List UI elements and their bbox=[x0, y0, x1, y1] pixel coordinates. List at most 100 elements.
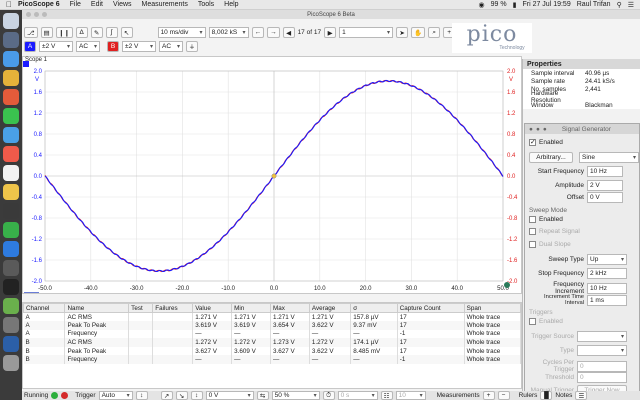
falling-edge-icon[interactable]: ↘ bbox=[175, 391, 188, 400]
trigger-level-select[interactable]: 0 V bbox=[205, 391, 254, 400]
table-row[interactable]: B AC RMS 1.272 V 1.272 V 1.273 V 1.272 V 174.1… bbox=[23, 338, 522, 347]
table-row[interactable]: A Peak To Peak 3.619 V 3.619 V 3.654 V 3.622 … bbox=[23, 321, 522, 330]
channel-b-range[interactable]: ±2 V bbox=[122, 41, 156, 52]
rising-edge-icon[interactable]: ↗ bbox=[160, 391, 173, 400]
table-row[interactable]: A AC RMS 1.271 V 1.271 V 1.271 V 1.271 V 157.8… bbox=[23, 312, 522, 322]
repeat-signal-row[interactable]: Repeat Signal bbox=[529, 228, 580, 235]
app-icon[interactable] bbox=[3, 260, 19, 276]
amplitude-input[interactable]: 2 V bbox=[587, 180, 623, 191]
minimize-icon[interactable]: ● bbox=[536, 126, 540, 133]
channel-options-icon[interactable]: ∔ bbox=[186, 41, 198, 52]
settings-icon[interactable] bbox=[3, 317, 19, 333]
notes-icon[interactable] bbox=[3, 165, 19, 181]
channel-b-label[interactable]: B bbox=[107, 41, 119, 52]
menu-measurements[interactable]: Measurements bbox=[142, 1, 188, 8]
count-icon[interactable]: ☷ bbox=[380, 391, 393, 400]
threshold-input[interactable]: 0 bbox=[577, 372, 627, 383]
finder-icon[interactable] bbox=[3, 13, 19, 29]
measure-icon[interactable]: ✎ bbox=[90, 27, 103, 38]
zoom-icon[interactable]: ● bbox=[543, 126, 547, 133]
menu-edit[interactable]: Edit bbox=[91, 1, 103, 8]
repeat-signal-checkbox[interactable] bbox=[529, 228, 536, 235]
notes-green-icon[interactable] bbox=[3, 298, 19, 314]
cursor-icon[interactable]: ↖ bbox=[120, 27, 133, 38]
trigger-time-select[interactable]: 0 s bbox=[337, 391, 378, 400]
chrome-icon[interactable] bbox=[3, 70, 19, 86]
column-header[interactable]: Value bbox=[192, 303, 233, 313]
column-header[interactable]: Channel bbox=[22, 303, 66, 313]
battery-label[interactable]: 99 % bbox=[491, 1, 507, 8]
column-header[interactable]: σ bbox=[350, 303, 398, 313]
menu-tools[interactable]: Tools bbox=[198, 1, 214, 8]
remove-measurement-icon[interactable]: − bbox=[497, 391, 510, 400]
cycles-input[interactable]: 0 bbox=[577, 360, 627, 372]
measurements-label[interactable]: Measurements bbox=[437, 392, 480, 399]
rulers-icon[interactable]: █ bbox=[540, 391, 553, 400]
arbitrary-button[interactable]: Arbitrary... bbox=[529, 152, 573, 163]
channel-a-coupling[interactable]: AC bbox=[76, 41, 100, 52]
table-row[interactable]: B Peak To Peak 3.627 V 3.609 V 3.627 V 3.622 … bbox=[23, 346, 522, 356]
channel-b-coupling[interactable]: AC bbox=[159, 41, 183, 52]
trigger-enabled-checkbox[interactable] bbox=[529, 318, 536, 325]
close-icon[interactable]: ● bbox=[529, 126, 533, 133]
table-row[interactable]: B Frequency — — — — — -1 Whole trace bbox=[23, 355, 522, 365]
siggen-enabled-row[interactable]: Enabled bbox=[529, 139, 563, 146]
offset-input[interactable]: 0 V bbox=[587, 192, 623, 203]
pretrigger-select[interactable]: 50 % bbox=[271, 391, 320, 400]
sweep-type-select[interactable]: Up bbox=[587, 254, 627, 265]
search-icon[interactable]: ⚲ bbox=[617, 1, 622, 9]
zoom-select-icon[interactable]: ⌕ bbox=[428, 27, 441, 38]
dual-slope-row[interactable]: Dual Slope bbox=[529, 241, 571, 248]
user-name[interactable]: Raul Trifan bbox=[577, 1, 611, 8]
minimize-icon[interactable] bbox=[34, 12, 39, 17]
column-header[interactable]: Average bbox=[308, 303, 352, 313]
trigger-count-select[interactable]: 10 bbox=[395, 391, 426, 400]
clock[interactable]: Fri 27 Jul 19:59 bbox=[522, 1, 570, 8]
scope-mode-icon[interactable]: ⎇ bbox=[24, 27, 38, 38]
graph-icon[interactable]: ∫ bbox=[105, 27, 118, 38]
trigger-type-select[interactable] bbox=[577, 345, 627, 356]
pretrigger-icon[interactable]: ⇆ bbox=[256, 391, 269, 400]
console-icon[interactable] bbox=[3, 279, 19, 295]
column-header[interactable]: Capture Count bbox=[396, 303, 465, 313]
chrome-alt-icon[interactable] bbox=[3, 89, 19, 105]
column-header[interactable]: Min bbox=[231, 303, 271, 313]
stop-icon[interactable] bbox=[61, 392, 69, 399]
list-icon[interactable]: ☰ bbox=[628, 1, 634, 9]
scope-plot[interactable]: 2.0 1.6 1.2 0.8 0.4 0.0 -0.4 -0.8 -1.2 -1.6 -2.0 2.… bbox=[23, 57, 521, 293]
sweep-enabled-checkbox[interactable] bbox=[529, 216, 536, 223]
photos-icon[interactable] bbox=[3, 184, 19, 200]
capture-next-icon[interactable]: ▶ bbox=[324, 27, 337, 38]
scope-view[interactable]: Scope 1 2.0 1.6 1.2 0.8 0.4 0.0 -0.4 -0.8 -1.2 -1… bbox=[22, 56, 522, 294]
picoscope-icon[interactable] bbox=[3, 336, 19, 352]
spectrum-mode-icon[interactable]: ❙❙ bbox=[55, 27, 73, 38]
timebase-select[interactable]: 10 ms/div bbox=[157, 27, 206, 38]
column-header[interactable]: Span bbox=[463, 303, 522, 313]
notes-icon[interactable]: ☰ bbox=[575, 391, 588, 400]
menu-views[interactable]: Views bbox=[113, 1, 132, 8]
calendar-icon[interactable] bbox=[3, 146, 19, 162]
hand-tool-icon[interactable]: ✋ bbox=[411, 27, 426, 38]
trigger-advanced-icon[interactable]: ↕ bbox=[190, 391, 203, 400]
persistence-mode-icon[interactable]: ▤ bbox=[40, 27, 53, 38]
menu-file[interactable]: File bbox=[70, 1, 81, 8]
zoom-icon[interactable] bbox=[42, 12, 47, 17]
add-measurement-icon[interactable]: + bbox=[482, 391, 495, 400]
table-row[interactable]: A Frequency — — — — — -1 Whole trace bbox=[23, 329, 522, 339]
close-icon[interactable] bbox=[26, 12, 31, 17]
back-icon[interactable]: ← bbox=[251, 27, 265, 38]
pointer-tool-icon[interactable]: ➤ bbox=[396, 27, 409, 38]
time-increment-input[interactable]: 1 ms bbox=[587, 294, 627, 306]
trigger-channel-icon[interactable]: ↕ bbox=[135, 391, 148, 400]
trigger-mode-select[interactable]: Auto bbox=[98, 391, 133, 400]
capture-field[interactable]: 1 bbox=[339, 27, 394, 38]
app-menu[interactable]: PicoScope 6 bbox=[18, 1, 60, 8]
start-frequency-input[interactable]: 10 Hz bbox=[587, 166, 623, 177]
trash-icon[interactable] bbox=[3, 355, 19, 371]
run-icon[interactable] bbox=[51, 392, 59, 399]
launchpad-icon[interactable] bbox=[3, 32, 19, 48]
capture-first-icon[interactable]: ◀ bbox=[282, 27, 295, 38]
trigger-enabled-row[interactable]: Enabled bbox=[529, 318, 563, 325]
samples-select[interactable]: 8,002 kS bbox=[208, 27, 249, 38]
column-header[interactable]: Failures bbox=[152, 303, 194, 313]
